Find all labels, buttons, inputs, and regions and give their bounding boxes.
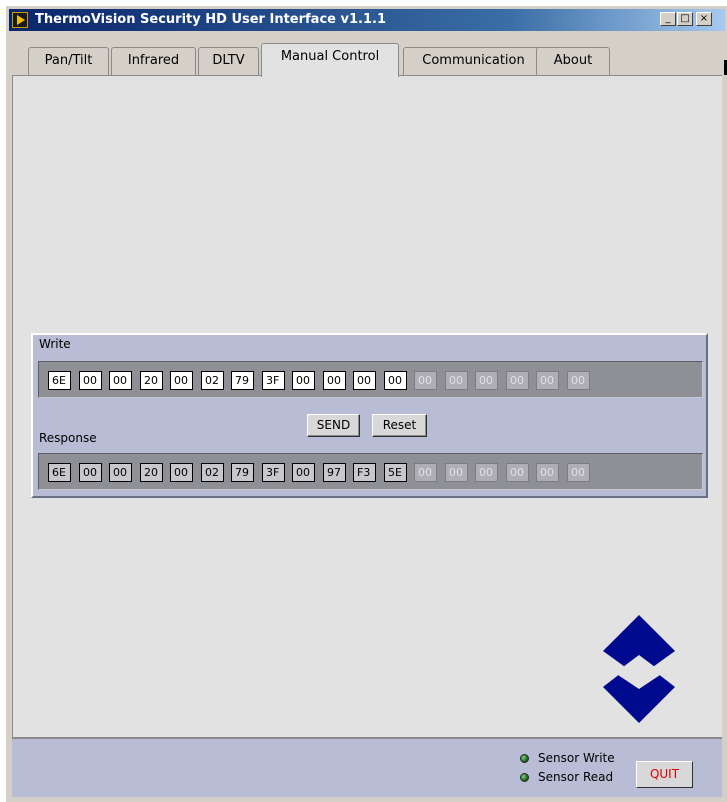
response-byte-8: 00	[292, 463, 315, 482]
write-byte-12: 00	[414, 371, 437, 390]
response-byte-17: 00	[567, 463, 590, 482]
tab-bar: Pan/Tilt Infrared DLTV Manual Control Co…	[12, 43, 722, 77]
sensor-read-label: Sensor Read	[538, 770, 614, 784]
title-bar[interactable]: ThermoVision Security HD User Interface …	[9, 9, 725, 31]
response-byte-0: 6E	[48, 463, 71, 482]
tab-pan-tilt[interactable]: Pan/Tilt	[28, 47, 109, 75]
tab-infrared[interactable]: Infrared	[111, 47, 196, 75]
response-byte-14: 00	[475, 463, 498, 482]
app-icon[interactable]	[12, 12, 28, 28]
write-byte-row: 6E 00 00 20 00 02 79 3F 00 00 00 00 00 00 00 00 00 00	[38, 361, 703, 398]
minimize-button[interactable]: _	[660, 12, 676, 26]
write-byte-2[interactable]: 00	[109, 371, 132, 390]
response-byte-15: 00	[506, 463, 529, 482]
logo-diamonds-icon	[603, 615, 675, 723]
write-byte-9[interactable]: 00	[323, 371, 346, 390]
write-byte-13: 00	[445, 371, 468, 390]
response-byte-6: 79	[231, 463, 254, 482]
maximize-button[interactable]: □	[677, 12, 693, 26]
write-byte-15: 00	[506, 371, 529, 390]
response-byte-13: 00	[445, 463, 468, 482]
tab-communication[interactable]: Communication	[403, 47, 544, 75]
write-byte-11[interactable]: 00	[384, 371, 407, 390]
close-icon: ×	[699, 13, 709, 24]
window-title: ThermoVision Security HD User Interface …	[35, 12, 386, 27]
write-byte-1[interactable]: 00	[79, 371, 102, 390]
send-button[interactable]: SEND	[307, 414, 360, 437]
maximize-icon: □	[680, 13, 690, 24]
response-byte-10: F3	[353, 463, 376, 482]
write-byte-17: 00	[567, 371, 590, 390]
write-byte-0[interactable]: 6E	[48, 371, 71, 390]
tab-manual-control[interactable]: Manual Control	[261, 43, 399, 77]
status-bar	[12, 738, 722, 797]
response-byte-16: 00	[536, 463, 559, 482]
response-byte-2: 00	[109, 463, 132, 482]
write-byte-3[interactable]: 20	[140, 371, 163, 390]
tab-about[interactable]: About	[536, 47, 610, 75]
sensor-write-label: Sensor Write	[538, 751, 615, 765]
close-button[interactable]: ×	[696, 12, 712, 26]
write-byte-14: 00	[475, 371, 498, 390]
response-byte-9: 97	[323, 463, 346, 482]
write-byte-8[interactable]: 00	[292, 371, 315, 390]
response-byte-5: 02	[201, 463, 224, 482]
write-byte-7[interactable]: 3F	[262, 371, 285, 390]
response-byte-3: 20	[140, 463, 163, 482]
write-byte-5[interactable]: 02	[201, 371, 224, 390]
write-byte-10[interactable]: 00	[353, 371, 376, 390]
write-byte-16: 00	[536, 371, 559, 390]
response-byte-11: 5E	[384, 463, 407, 482]
response-byte-row: 6E 00 00 20 00 02 79 3F 00 97 F3 5E 00 00 00 00 00 00	[38, 453, 703, 490]
response-byte-12: 00	[414, 463, 437, 482]
manual-control-cluster: Write 6E 00 00 20 00 02 79 3F 00 00 00 00 00 00 00 00 00…	[31, 333, 708, 498]
response-label: Response	[39, 431, 97, 445]
write-label: Write	[39, 337, 71, 351]
sensor-write-led-icon	[520, 754, 529, 763]
response-byte-7: 3F	[262, 463, 285, 482]
write-byte-4[interactable]: 00	[170, 371, 193, 390]
write-byte-6[interactable]: 79	[231, 371, 254, 390]
reset-button[interactable]: Reset	[372, 414, 427, 437]
response-byte-4: 00	[170, 463, 193, 482]
sensor-read-led-icon	[520, 773, 529, 782]
tab-dltv[interactable]: DLTV	[198, 47, 259, 75]
quit-button[interactable]: QUIT	[636, 761, 693, 788]
response-byte-1: 00	[79, 463, 102, 482]
minimize-icon: _	[665, 13, 671, 24]
